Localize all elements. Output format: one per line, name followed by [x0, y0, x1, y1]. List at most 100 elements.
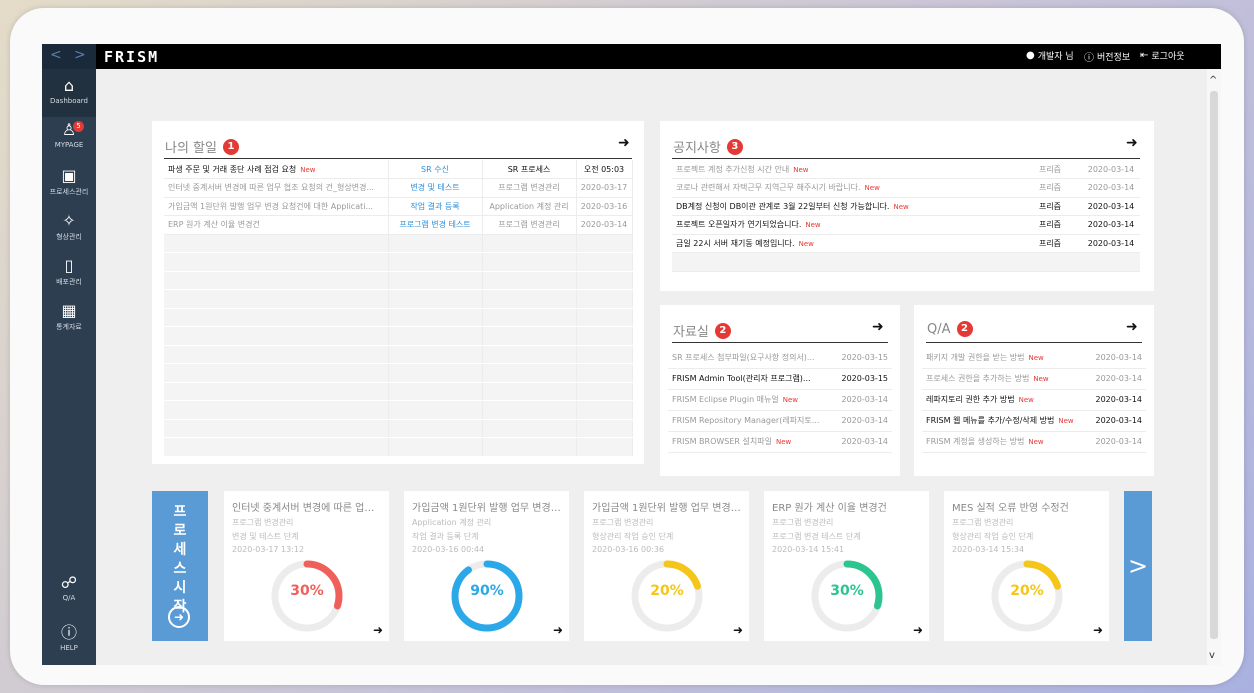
sidebar-item-qa[interactable]: ☍ Q/A	[42, 574, 96, 614]
process-start-char: 스	[173, 561, 187, 577]
sidebar-item-stats[interactable]: ▦ 통계자료	[42, 302, 96, 342]
sidebar-item-mypage[interactable]: ♙ MYPAGE 5	[42, 121, 96, 161]
qa-row[interactable]: 패키지 개발 권한을 받는 방법 New 2020-03-14	[922, 347, 1146, 369]
row-title: FRISM Eclipse Plugin 매뉴얼	[672, 395, 779, 404]
task-date: 2020-03-17	[576, 178, 633, 198]
qa-title-cell: 패키지 개발 권한을 받는 방법 New	[922, 347, 1088, 369]
forward-icon[interactable]: >	[74, 47, 86, 63]
qa-title-cell: FRISM 계정을 생성하는 방법 New	[922, 431, 1088, 453]
task-row[interactable]: 가입금액 1원단위 발행 업무 변경 요청건에 대한 Applicati... 작…	[164, 197, 633, 216]
notice-row[interactable]: 금일 22시 서버 재기동 예정입니다. New 프리즘 2020-03-14	[672, 234, 1140, 253]
card-arrow-icon[interactable]: ➜	[733, 623, 743, 637]
progress-percent: 20%	[1010, 583, 1044, 599]
qa-more-arrow-icon[interactable]: ➜	[1126, 319, 1138, 335]
card-arrow-icon[interactable]: ➜	[913, 623, 923, 637]
logout-button[interactable]: ⇤ 로그아웃	[1140, 49, 1185, 62]
archive-title-cell: FRISM Repository Manager(레파지토...	[668, 410, 834, 432]
sidebar-item-deploy[interactable]: ▯ 배포관리	[42, 257, 96, 297]
qa-table: 패키지 개발 권한을 받는 방법 New 2020-03-14 프로세스 권한을 추가…	[922, 347, 1146, 453]
qa-row[interactable]: FRISM 웹 메뉴를 추가/수정/삭제 방법 New 2020-03-14	[922, 410, 1146, 432]
card-arrow-icon[interactable]: ➜	[553, 623, 563, 637]
card-date: 2020-03-16 00:44	[412, 545, 485, 554]
new-badge: New	[1033, 375, 1049, 383]
row-title: FRISM 계정을 생성하는 방법	[926, 437, 1025, 446]
archive-more-arrow-icon[interactable]: ➜	[872, 319, 884, 335]
sidebar-item-process[interactable]: ▣ 프로세스관리	[42, 167, 96, 207]
task-row[interactable]: ERP 원가 계산 이율 변경건 프로그램 변경 테스트 프로그램 변경관리 2020…	[164, 215, 633, 235]
next-cards-button[interactable]: >	[1124, 491, 1152, 641]
scroll-up-icon[interactable]: ^	[1209, 75, 1217, 86]
notice-row[interactable]: 코로나 관련해서 자택근무 지역근무 해주시기 바랍니다. New 프리즘 2020-…	[672, 178, 1140, 198]
process-card[interactable]: 가입금액 1원단위 발행 업무 변경 요청건 Application 계정 관리작…	[404, 491, 569, 641]
qa-row[interactable]: 레파지토리 권한 추가 방법 New 2020-03-14	[922, 389, 1146, 411]
qa-icon: ☍	[60, 573, 78, 592]
card-title: 인터넷 중계서버 변경에 따른 업무 협조 요청의 건	[232, 503, 382, 514]
task-status-link[interactable]: SR 수신	[388, 160, 483, 179]
qa-row[interactable]: 프로세스 권한을 추가하는 방법 New 2020-03-14	[922, 368, 1146, 390]
back-icon[interactable]: <	[50, 47, 62, 63]
sidebar-item-config[interactable]: ✧ 형상관리	[42, 212, 96, 252]
tasks-panel: 나의 할일 1 ➜ 파생 주문 및 거래 종단 사례 점검 요청 New SR 수신 S…	[152, 121, 644, 464]
scroll-down-icon[interactable]: v	[1209, 650, 1215, 661]
empty-cell	[576, 363, 633, 383]
card-step: 형상관리 작업 승인 단계	[952, 532, 1034, 541]
empty-cell	[164, 234, 389, 253]
notice-date: 2020-03-14	[1082, 160, 1140, 179]
version-info-button[interactable]: ⓘ 버전정보	[1084, 49, 1130, 64]
card-date: 2020-03-17 13:12	[232, 545, 305, 554]
process-card[interactable]: MES 실적 오류 반영 수정건 프로그램 변경관리 형상관리 작업 승인 단계 20…	[944, 491, 1109, 641]
process-card[interactable]: 가입금액 1원단위 발행 업무 변경 요청건프로그램 변경관리형상관리 작업 승…	[584, 491, 749, 641]
task-row[interactable]: 인터넷 중계서버 변경에 따른 업무 협조 요청의 건_형상변경... 변경 및 …	[164, 178, 633, 198]
qa-date: 2020-03-14	[1088, 431, 1146, 453]
archive-row[interactable]: FRISM Admin Tool(관리자 프로그램)... 2020-03-15	[668, 368, 892, 390]
notice-row[interactable]: 프로젝트 오픈일자가 연기되었습니다. New 프리즘 2020-03-14	[672, 215, 1140, 235]
process-card[interactable]: ERP 원가 계산 이율 변경건 프로그램 변경관리 프로그램 변경 테스트 단계 2…	[764, 491, 929, 641]
row-title: FRISM BROWSER 설치파일	[672, 437, 772, 446]
archive-title: 자료실 2	[673, 321, 731, 340]
scroll-thumb[interactable]	[1210, 91, 1218, 639]
empty-cell	[576, 308, 633, 327]
new-badge: New	[1058, 417, 1074, 425]
card-arrow-icon[interactable]: ➜	[373, 623, 383, 637]
archive-count: 2	[714, 322, 731, 339]
divider	[164, 158, 632, 159]
process-start-button[interactable]: 프로세스시작 ➜	[152, 491, 208, 641]
qa-title-cell: FRISM 웹 메뉴를 추가/수정/삭제 방법 New	[922, 410, 1088, 432]
notice-row[interactable]: DB계정 신청이 DB이관 관계로 3월 22일부터 신청 가능합니다. New 프…	[672, 197, 1140, 216]
task-status-link[interactable]: 변경 및 테스트	[388, 178, 483, 198]
new-badge: New	[1028, 438, 1044, 446]
archive-row[interactable]: FRISM BROWSER 설치파일 New 2020-03-14	[668, 431, 892, 453]
process-start-char: 로	[173, 523, 187, 539]
empty-cell	[482, 234, 577, 253]
notice-more-arrow-icon[interactable]: ➜	[1126, 135, 1138, 151]
qa-row[interactable]: FRISM 계정을 생성하는 방법 New 2020-03-14	[922, 431, 1146, 453]
notice-row[interactable]: 프로젝트 계정 추가신청 시간 안내 New 프리즘 2020-03-14	[672, 160, 1140, 179]
task-status-link[interactable]: 작업 결과 등록	[388, 197, 483, 216]
new-badge: New	[300, 165, 316, 174]
qa-date: 2020-03-14	[1088, 368, 1146, 390]
task-status-link[interactable]: 프로그램 변경 테스트	[388, 215, 483, 235]
notice-title-cell: 프로젝트 오픈일자가 연기되었습니다. New	[672, 215, 1018, 235]
archive-row[interactable]: FRISM Eclipse Plugin 매뉴얼 New 2020-03-14	[668, 389, 892, 411]
new-badge: New	[1018, 396, 1034, 404]
archive-row[interactable]: SR 프로세스 첨부파일(요구사항 정의서)... 2020-03-15	[668, 347, 892, 369]
process-card[interactable]: 인터넷 중계서버 변경에 따른 업무 협조 요청의 건프로그램 변경관리변경 및…	[224, 491, 389, 641]
empty-cell	[388, 308, 483, 327]
logo[interactable]: FRISM	[104, 48, 159, 66]
empty-cell	[482, 289, 577, 309]
task-name: 가입금액 1원단위 발행 업무 변경 요청건에 대한 Applicati...	[164, 197, 389, 216]
empty-cell	[1082, 252, 1140, 272]
divider	[672, 342, 888, 343]
card-arrow-icon[interactable]: ➜	[1093, 623, 1103, 637]
card-type: 프로그램 변경관리	[772, 518, 834, 527]
row-title: 금일 22시 서버 재기동 예정입니다.	[676, 238, 795, 248]
task-row[interactable]: 파생 주문 및 거래 종단 사례 점검 요청 New SR 수신 SR 프로세스 오전 …	[164, 160, 633, 179]
empty-row	[164, 289, 633, 309]
scrollbar[interactable]: ^ v	[1207, 69, 1221, 665]
tasks-more-arrow-icon[interactable]: ➜	[618, 135, 630, 151]
box-icon: ▣	[61, 166, 77, 185]
sidebar-item-dashboard[interactable]: ⌂ Dashboard	[42, 69, 96, 117]
user-menu[interactable]: ● 개발자 님	[1026, 49, 1074, 62]
sidebar-item-help[interactable]: ⓘ HELP	[42, 624, 96, 664]
archive-row[interactable]: FRISM Repository Manager(레파지토... 2020-03-…	[668, 410, 892, 432]
